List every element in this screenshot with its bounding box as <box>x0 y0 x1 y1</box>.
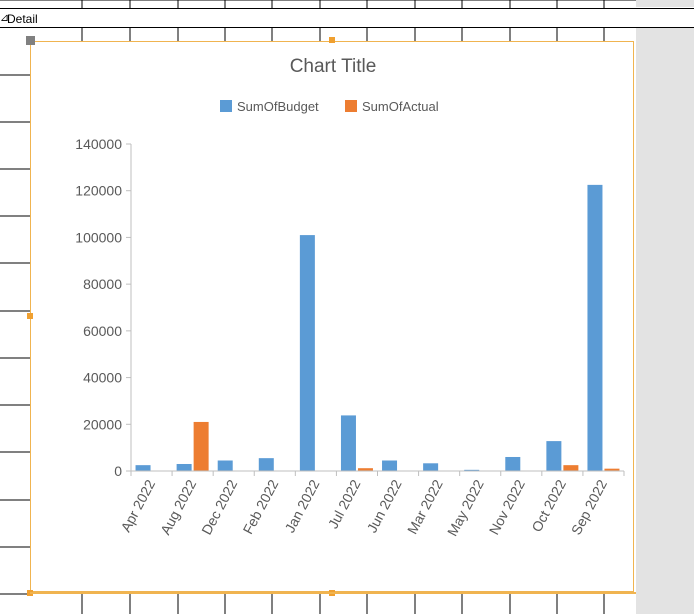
x-tick-label: Nov 2022 <box>486 477 528 538</box>
x-tick-label: Jun 2022 <box>364 477 405 536</box>
x-tick-label: Oct 2022 <box>528 477 569 535</box>
bar-SumOfBudget[interactable] <box>135 465 151 471</box>
legend-label: SumOfActual <box>362 99 439 114</box>
bar-SumOfBudget[interactable] <box>382 460 398 471</box>
y-tick-label: 60000 <box>83 323 122 339</box>
x-tick-label: Sep 2022 <box>568 477 610 538</box>
bar-SumOfBudget[interactable] <box>505 456 521 471</box>
bar-SumOfBudget[interactable] <box>299 235 315 471</box>
x-tick-label: Mar 2022 <box>404 477 446 537</box>
y-tick-label: 0 <box>114 463 122 479</box>
y-tick-label: 40000 <box>83 370 122 386</box>
y-tick-label: 100000 <box>75 229 122 245</box>
y-tick-label: 120000 <box>75 183 122 199</box>
x-tick-label: May 2022 <box>444 477 487 539</box>
x-tick-label: Jul 2022 <box>325 477 364 531</box>
chart-title: Chart Title <box>290 56 377 77</box>
chart-bottom-border <box>30 592 636 594</box>
bar-SumOfActual[interactable] <box>193 421 209 471</box>
legend-swatch <box>345 100 357 112</box>
section-label: Detail <box>7 12 38 26</box>
x-tick-label: Feb 2022 <box>240 477 282 537</box>
y-tick-label: 140000 <box>75 136 122 152</box>
x-tick-label: Apr 2022 <box>117 477 158 535</box>
detail-section-header[interactable]: ⊿ Detail <box>0 8 694 28</box>
plot-area: 0 20000 40000 60000 80000 100000 120000 140000 A… <box>75 136 625 539</box>
bar-SumOfBudget[interactable] <box>258 458 274 471</box>
x-tick-label: Dec 2022 <box>198 477 240 538</box>
bar-chart[interactable]: Chart Title SumOfBudget SumOfActual 0 200… <box>30 41 634 592</box>
y-tick-label: 80000 <box>83 276 122 292</box>
bar-SumOfBudget[interactable] <box>587 184 603 471</box>
x-tick-label: Aug 2022 <box>157 477 199 538</box>
legend-swatch <box>220 100 232 112</box>
bar-SumOfBudget[interactable] <box>217 460 233 471</box>
x-tick-label: Jan 2022 <box>281 477 322 536</box>
design-surface-edge <box>636 0 694 7</box>
bar-SumOfBudget[interactable] <box>176 463 192 471</box>
legend-label: SumOfBudget <box>237 99 319 114</box>
y-tick-label: 20000 <box>83 416 122 432</box>
chart-legend: SumOfBudget SumOfActual <box>220 99 439 114</box>
bar-SumOfBudget[interactable] <box>423 463 439 471</box>
bar-SumOfActual[interactable] <box>563 465 579 471</box>
design-surface-edge <box>636 28 694 614</box>
bar-SumOfBudget[interactable] <box>340 415 356 471</box>
bar-SumOfBudget[interactable] <box>546 441 562 471</box>
